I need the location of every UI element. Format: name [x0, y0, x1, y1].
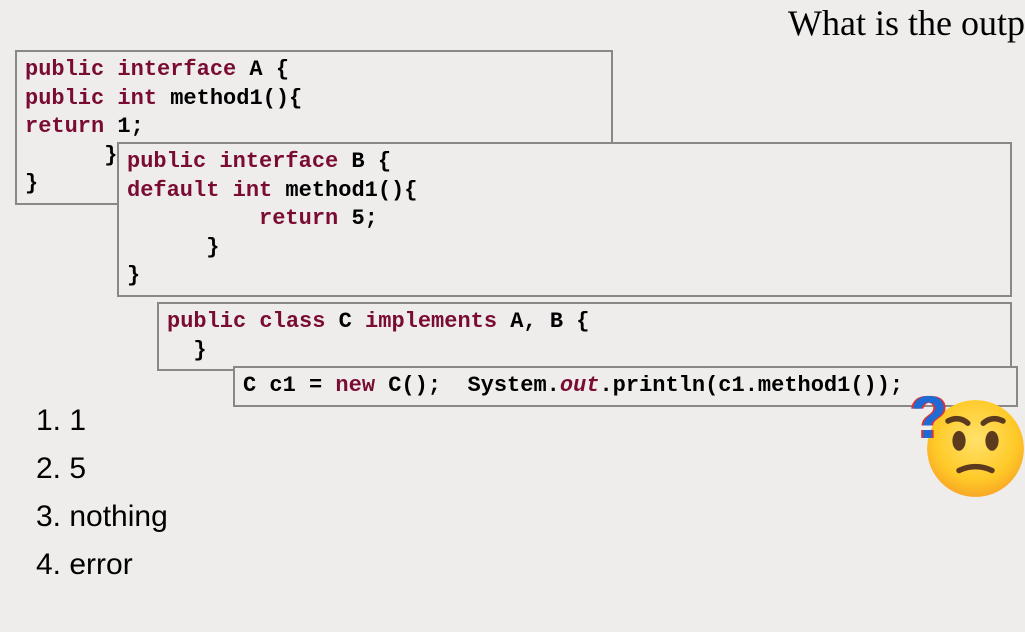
option-1: 1. 1	[36, 404, 168, 438]
code-pad	[127, 206, 259, 231]
code-text: .println(c1.method1());	[599, 373, 903, 398]
code-text: B {	[338, 149, 391, 174]
code-text: C(); System.	[388, 373, 560, 398]
option-3: 3. nothing	[36, 500, 168, 534]
keyword: public int	[25, 86, 157, 111]
keyword: default int	[127, 178, 272, 203]
code-text: }	[127, 263, 140, 288]
code-text: }	[25, 171, 38, 196]
static-field: out	[560, 373, 600, 398]
code-block-main: C c1 = new C(); System.out.println(c1.me…	[233, 366, 1018, 407]
keyword: public interface	[127, 149, 338, 174]
answer-options: 1. 1 2. 5 3. nothing 4. error	[36, 404, 168, 596]
keyword: return	[259, 206, 351, 231]
keyword: new	[335, 373, 388, 398]
code-text: A {	[236, 57, 289, 82]
option-2: 2. 5	[36, 452, 168, 486]
option-4: 4. error	[36, 548, 168, 582]
code-text: }	[127, 235, 219, 260]
keyword: public class	[167, 309, 325, 334]
code-text: }	[25, 143, 117, 168]
code-text: 5;	[351, 206, 377, 231]
code-text: method1(){	[157, 86, 302, 111]
code-text: C c1 =	[243, 373, 335, 398]
code-text: }	[167, 338, 207, 363]
code-block-interface-b: public interface B { default int method1…	[117, 142, 1012, 297]
keyword: implements	[365, 309, 497, 334]
question-title: What is the outp	[788, 2, 1025, 44]
keyword: public interface	[25, 57, 236, 82]
code-text: A, B {	[497, 309, 589, 334]
code-text: method1(){	[272, 178, 417, 203]
question-mark-icon: ?	[910, 383, 947, 452]
code-text: 1;	[117, 114, 143, 139]
code-text: C	[325, 309, 365, 334]
code-block-class-c: public class C implements A, B { }	[157, 302, 1012, 371]
keyword: return	[25, 114, 117, 139]
